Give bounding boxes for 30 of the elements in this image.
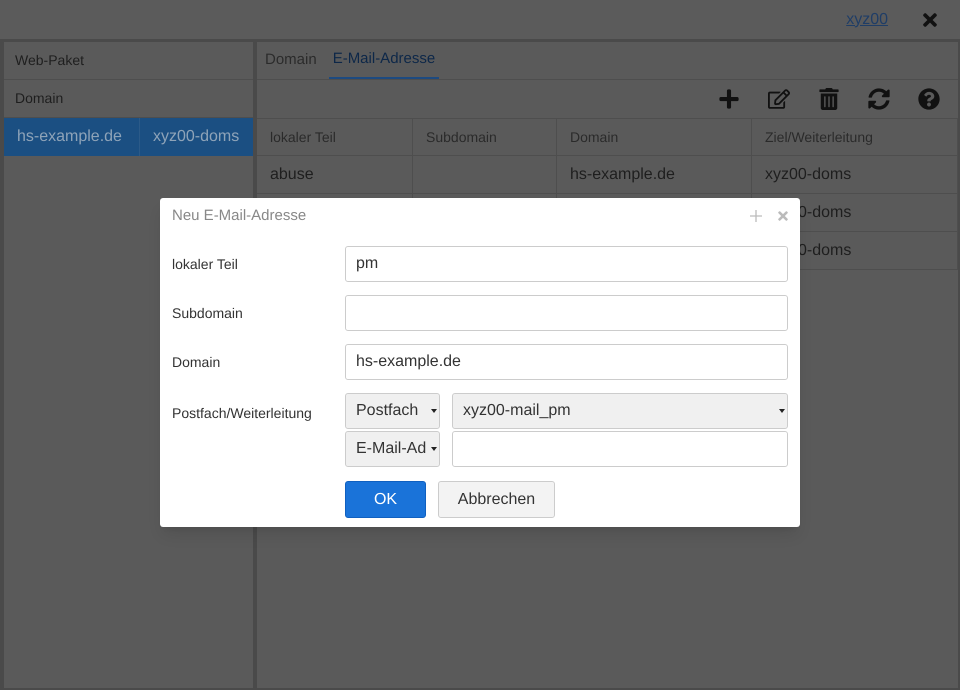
dialog-title: Neu E-Mail-Adresse <box>172 206 306 226</box>
refresh-icon[interactable] <box>868 88 890 110</box>
field-label: lokaler Teil <box>172 254 239 274</box>
maximize-icon[interactable] <box>750 209 762 223</box>
trash-icon[interactable] <box>818 88 840 110</box>
dialog-button[interactable]: OK <box>345 481 426 518</box>
sidebar-heading: Web-Paket <box>4 42 253 80</box>
table-cell-text: abuse <box>270 164 314 184</box>
dialog-button[interactable]: Abbrechen <box>438 481 555 518</box>
table-cell-text: xyz00-doms <box>765 164 852 184</box>
input-field[interactable] <box>345 295 788 331</box>
type-select[interactable]: E-Mail-Ad <box>345 431 440 467</box>
help-icon[interactable] <box>918 88 940 110</box>
table-cell-text: hs-example.de <box>570 164 675 184</box>
close-icon[interactable] <box>776 209 790 223</box>
field-label: Postfach/Weiterleitung <box>172 404 313 423</box>
input-field[interactable] <box>452 431 788 467</box>
input-field[interactable]: pm <box>345 246 788 282</box>
sidebar-cell: hs-example.de <box>4 118 140 156</box>
field-label: Domain <box>172 352 222 372</box>
caret-icon <box>431 447 437 451</box>
edit-icon[interactable] <box>768 88 790 110</box>
caret-icon <box>431 409 437 413</box>
plus-icon[interactable] <box>718 88 740 110</box>
target-select[interactable]: xyz00-mail_pm <box>452 393 788 429</box>
caret-icon <box>779 409 785 413</box>
type-select[interactable]: Postfach <box>345 393 440 429</box>
field-label: Subdomain <box>172 304 244 322</box>
input-field[interactable]: hs-example.de <box>345 344 788 380</box>
sidebar-cell-text: xyz00-doms <box>152 127 240 147</box>
